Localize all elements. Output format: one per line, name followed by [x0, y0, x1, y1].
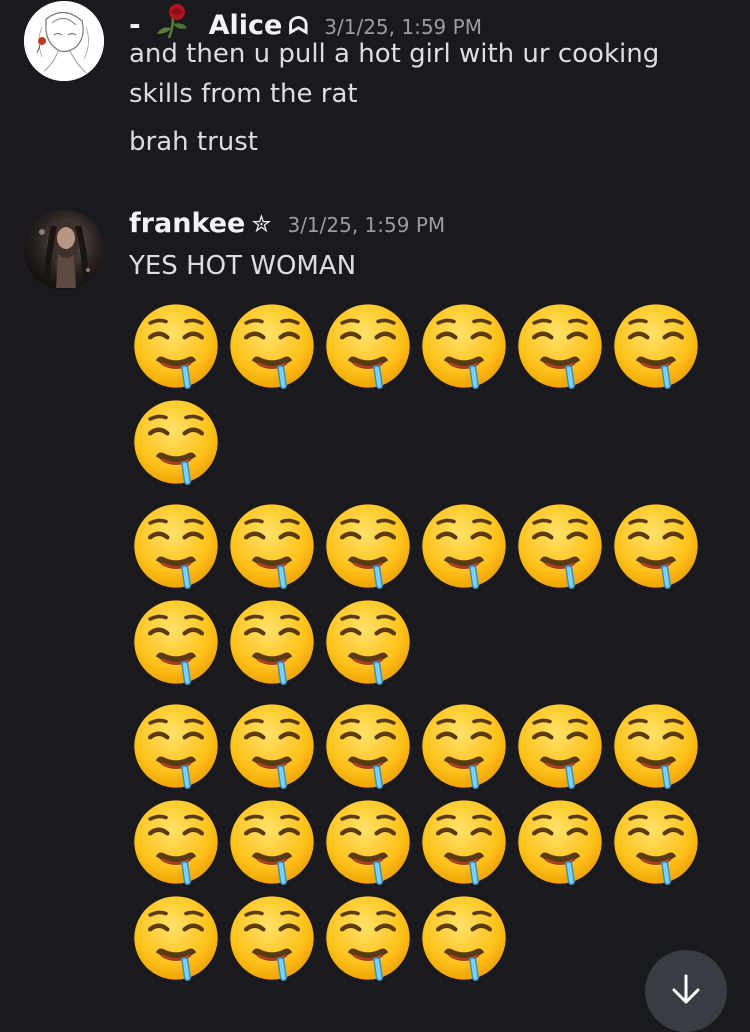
username[interactable]: frankee — [129, 208, 245, 239]
emoji-row — [129, 394, 225, 490]
emoji-row — [129, 698, 705, 794]
drooling-face-icon — [513, 698, 609, 794]
drooling-face-icon — [609, 794, 705, 890]
drooling-face-icon — [609, 498, 705, 594]
emoji-row — [129, 594, 417, 690]
message-text: and then u pull a hot girl with ur cooki… — [129, 39, 660, 109]
drooling-face-icon — [225, 890, 321, 986]
drooling-face-icon — [417, 298, 513, 394]
drooling-face-icon — [609, 698, 705, 794]
avatar-sketch-image — [24, 1, 104, 81]
star-icon: ✮ — [251, 210, 272, 238]
drooling-face-icon — [513, 298, 609, 394]
drooling-face-icon — [225, 698, 321, 794]
emoji-row — [129, 498, 705, 594]
avatar[interactable] — [24, 210, 104, 290]
drooling-face-icon — [129, 498, 225, 594]
drooling-face-icon — [225, 594, 321, 690]
drooling-face-icon — [129, 794, 225, 890]
drooling-face-icon — [321, 698, 417, 794]
drooling-face-icon — [609, 298, 705, 394]
drooling-face-icon — [321, 794, 417, 890]
message-text: YES HOT WOMAN — [129, 251, 357, 281]
drooling-face-icon — [225, 794, 321, 890]
emoji-row — [129, 890, 513, 986]
drooling-face-icon — [129, 594, 225, 690]
drooling-face-icon — [129, 298, 225, 394]
drooling-face-icon — [417, 698, 513, 794]
scroll-to-bottom-button[interactable] — [645, 950, 727, 1032]
avatar[interactable] — [24, 1, 104, 81]
arrow-down-icon — [668, 972, 704, 1012]
drooling-face-icon — [417, 890, 513, 986]
drooling-face-icon — [129, 890, 225, 986]
drooling-face-icon — [321, 298, 417, 394]
drooling-face-icon — [417, 794, 513, 890]
timestamp: 3/1/25, 1:59 PM — [287, 213, 446, 237]
drooling-face-icon — [321, 594, 417, 690]
emoji-row — [129, 794, 705, 890]
drooling-face-icon — [129, 394, 225, 490]
avatar-photo-image — [39, 219, 90, 288]
drooling-face-icon — [513, 794, 609, 890]
drooling-face-icon — [225, 298, 321, 394]
rose-icon — [151, 4, 195, 39]
drooling-face-icon — [321, 890, 417, 986]
drooling-face-icon — [321, 498, 417, 594]
drooling-face-icon — [417, 498, 513, 594]
emoji-row — [129, 298, 705, 394]
drooling-face-icon — [513, 498, 609, 594]
message-header: frankee ✮ 3/1/25, 1:59 PM — [129, 208, 445, 239]
drooling-face-icon — [225, 498, 321, 594]
message-text: brah trust — [129, 127, 258, 157]
drooling-face-icon — [129, 698, 225, 794]
